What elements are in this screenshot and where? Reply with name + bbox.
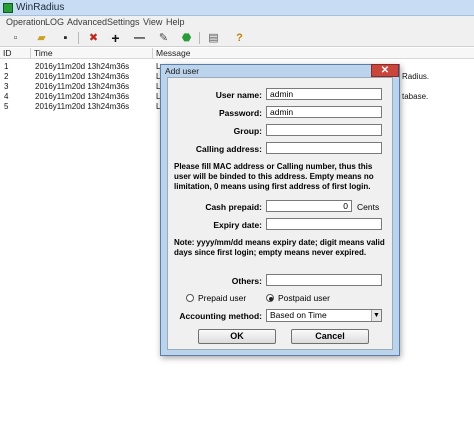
edit-icon[interactable]: ✎: [156, 31, 171, 45]
window-title: WinRadius: [16, 2, 65, 13]
expiry-note: Note: yyyy/mm/dd means expiry date; digi…: [174, 238, 385, 257]
toolbar-separator: [199, 32, 200, 44]
expiry-date-label: Expiry date:: [213, 220, 262, 230]
row-id: 4: [4, 92, 9, 101]
username-label: User name:: [215, 90, 262, 100]
add-icon[interactable]: +: [108, 31, 123, 45]
globe-icon[interactable]: ⬣: [179, 31, 194, 45]
password-field[interactable]: admin: [266, 106, 382, 118]
message-fragment: Radius.: [402, 72, 430, 81]
prepaid-radio[interactable]: [186, 294, 194, 302]
print-icon[interactable]: ▤: [206, 31, 221, 45]
cash-prepaid-label: Cash prepaid:: [205, 202, 262, 212]
chevron-down-icon[interactable]: ▼: [371, 310, 381, 321]
binding-note: Please fill MAC address or Calling numbe…: [174, 162, 374, 191]
delete-icon[interactable]: ✖: [86, 31, 101, 45]
postpaid-label: Postpaid user: [278, 293, 330, 303]
password-label: Password:: [219, 108, 262, 118]
close-icon[interactable]: ✕: [371, 64, 399, 77]
menu-help[interactable]: Help: [163, 16, 188, 29]
new-icon[interactable]: ▫: [8, 31, 23, 45]
title-bar: [0, 0, 474, 16]
group-field[interactable]: [266, 124, 382, 136]
group-label: Group:: [233, 126, 262, 136]
help-icon[interactable]: ?: [232, 31, 247, 45]
prepaid-label: Prepaid user: [198, 293, 247, 303]
save-icon[interactable]: ▪: [58, 31, 73, 45]
row-time: 2016y11m20d 13h24m36s: [35, 62, 130, 71]
column-time[interactable]: Time: [31, 48, 153, 59]
ok-button[interactable]: OK: [198, 329, 276, 344]
others-label: Others:: [231, 276, 262, 286]
accounting-method-label: Accounting method:: [179, 311, 262, 321]
cash-unit: Cents: [357, 202, 380, 212]
row-id: 2: [4, 72, 9, 81]
column-message[interactable]: Message: [153, 48, 474, 59]
postpaid-radio[interactable]: [266, 294, 274, 302]
menu-settings[interactable]: Settings: [104, 16, 143, 29]
column-id[interactable]: ID: [0, 48, 31, 59]
row-id: 1: [4, 62, 9, 71]
row-time: 2016y11m20d 13h24m36s: [35, 92, 130, 101]
calling-address-field[interactable]: [266, 142, 382, 154]
row-id: 5: [4, 102, 9, 111]
accounting-method-value: Based on Time: [270, 310, 327, 320]
message-fragment: tabase.: [402, 92, 429, 101]
username-field[interactable]: admin: [266, 88, 382, 100]
remove-icon[interactable]: —: [132, 31, 147, 45]
row-time: 2016y11m20d 13h24m36s: [35, 72, 130, 81]
open-icon[interactable]: ▰: [34, 31, 49, 45]
row-time: 2016y11m20d 13h24m36s: [35, 82, 130, 91]
dialog-title: Add user: [165, 66, 200, 76]
app-icon: [3, 3, 13, 13]
accounting-method-select[interactable]: Based on Time: [266, 309, 382, 322]
row-time: 2016y11m20d 13h24m36s: [35, 102, 130, 111]
row-id: 3: [4, 82, 9, 91]
cash-prepaid-field[interactable]: 0: [266, 200, 352, 212]
cancel-button[interactable]: Cancel: [291, 329, 369, 344]
menu-view[interactable]: View: [140, 16, 165, 29]
toolbar-separator: [78, 32, 79, 44]
calling-address-label: Calling address:: [195, 144, 262, 154]
expiry-date-field[interactable]: [266, 218, 382, 230]
others-field[interactable]: [266, 274, 382, 286]
